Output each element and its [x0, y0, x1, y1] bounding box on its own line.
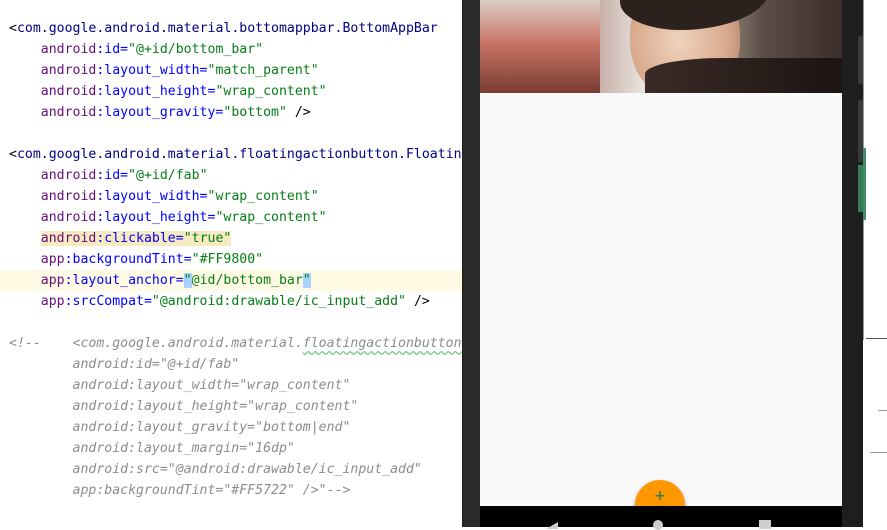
code-token: @id/bottom_bar — [192, 273, 303, 288]
code-token: :clickable= — [96, 231, 183, 246]
code-token: android:layout_margin="16dp" — [9, 441, 295, 456]
divider — [870, 452, 887, 453]
code-line[interactable]: android:layout_height="wrap_content" — [9, 81, 327, 102]
code-token: android — [9, 105, 96, 120]
code-token: < — [9, 21, 17, 36]
code-token: "@android:drawable/ic_input_add" — [152, 294, 406, 309]
code-line[interactable]: app:backgroundTint="#FF5722" />"--> — [9, 480, 350, 501]
code-token: :backgroundTint= — [65, 252, 192, 267]
code-line[interactable]: app:srcCompat="@android:drawable/ic_inpu… — [9, 291, 430, 312]
code-token: "wrap_content" — [215, 84, 326, 99]
code-token: android — [9, 210, 96, 225]
code-token: "@+id/bottom_bar" — [128, 42, 263, 57]
code-token: "bottom" — [223, 105, 287, 120]
side-panel-lower — [863, 340, 887, 527]
code-token: app — [9, 273, 65, 288]
code-token: android — [9, 189, 96, 204]
code-token: " — [303, 273, 311, 288]
code-line[interactable]: android:layout_gravity="bottom|end" — [9, 417, 350, 438]
code-line[interactable]: android:src="@android:drawable/ic_input_… — [9, 459, 422, 480]
code-token: android:src="@android:drawable/ic_input_… — [9, 462, 422, 477]
code-token: :layout_width= — [96, 189, 207, 204]
code-token: android — [9, 168, 96, 183]
code-token: android:layout_width="wrap_content" — [9, 378, 350, 393]
side-panel-strip — [863, 148, 866, 220]
code-token: " — [184, 273, 192, 288]
system-nav-bar — [480, 506, 842, 527]
divider — [878, 410, 887, 419]
code-token: :id= — [96, 42, 128, 57]
code-line[interactable]: android:layout_width="wrap_content" — [9, 186, 319, 207]
code-token: floatingactionbutton — [303, 336, 462, 351]
code-line[interactable]: android:layout_height="wrap_content" — [9, 207, 327, 228]
back-icon[interactable] — [546, 522, 558, 529]
code-token: "wrap_content" — [215, 210, 326, 225]
code-line[interactable]: android:layout_width="match_parent" — [9, 60, 319, 81]
emulator-screen[interactable]: + — [480, 0, 842, 506]
code-token: < — [9, 147, 17, 162]
divider — [866, 338, 887, 339]
code-token: android — [9, 63, 96, 78]
code-line[interactable]: <!-- <com.google.android.material.floati… — [9, 333, 462, 354]
code-line[interactable]: android:layout_gravity="bottom" /> — [9, 102, 311, 123]
recents-icon[interactable] — [759, 520, 771, 529]
code-token: android — [41, 231, 97, 246]
code-token: :layout_anchor= — [65, 273, 184, 288]
code-line[interactable]: app:layout_anchor="@id/bottom_bar" — [9, 270, 311, 291]
code-token: /> — [287, 105, 311, 120]
code-token: app — [9, 252, 65, 267]
code-token: "#FF9800" — [192, 252, 263, 267]
code-token: app:backgroundTint="#FF5722" />"--> — [9, 483, 350, 498]
code-line[interactable]: android:clickable="true" — [9, 228, 231, 249]
code-token: "true" — [184, 231, 232, 246]
code-token: :srcCompat= — [65, 294, 152, 309]
code-token: "@+id/fab" — [128, 168, 207, 183]
header-photo — [480, 0, 842, 93]
code-token: :layout_height= — [96, 210, 215, 225]
code-token: "match_parent" — [208, 63, 319, 78]
emulator-bezel — [463, 0, 480, 527]
code-token: android — [9, 42, 96, 57]
code-token: com.google.android.material.floatingacti… — [17, 147, 462, 162]
code-line[interactable]: android:id="@+id/fab" — [9, 165, 208, 186]
code-line[interactable]: android:id="@+id/fab" — [9, 354, 239, 375]
code-token: :id= — [96, 168, 128, 183]
code-token: :layout_height= — [96, 84, 215, 99]
code-token: app — [9, 294, 65, 309]
floating-action-button[interactable]: + — [635, 480, 685, 506]
code-line[interactable]: android:layout_margin="16dp" — [9, 438, 295, 459]
code-token: com.google.android.material.bottomappbar… — [17, 21, 438, 36]
side-panel — [863, 0, 887, 340]
code-token: android:layout_gravity="bottom|end" — [9, 420, 350, 435]
code-token: android:id="@+id/fab" — [9, 357, 239, 372]
code-token: /> — [406, 294, 430, 309]
code-line[interactable]: <com.google.android.material.floatingact… — [9, 144, 462, 165]
code-line[interactable]: android:layout_height="wrap_content" — [9, 396, 358, 417]
code-editor[interactable]: <com.google.android.material.bottomappba… — [0, 0, 462, 527]
code-token: "wrap_content" — [208, 189, 319, 204]
code-token: android:layout_height="wrap_content" — [9, 399, 358, 414]
code-token: :layout_width= — [96, 63, 207, 78]
code-line[interactable]: app:backgroundTint="#FF9800" — [9, 249, 263, 270]
code-line[interactable]: android:layout_width="wrap_content" — [9, 375, 350, 396]
code-line[interactable]: android:id="@+id/bottom_bar" — [9, 39, 263, 60]
code-token — [9, 231, 41, 246]
code-token: android — [9, 84, 96, 99]
code-line[interactable]: <com.google.android.material.bottomappba… — [9, 18, 438, 39]
code-token: <!-- <com.google.android.material. — [9, 336, 303, 351]
home-icon[interactable] — [653, 520, 663, 530]
code-token: :layout_gravity= — [96, 105, 223, 120]
add-icon: + — [654, 488, 666, 504]
